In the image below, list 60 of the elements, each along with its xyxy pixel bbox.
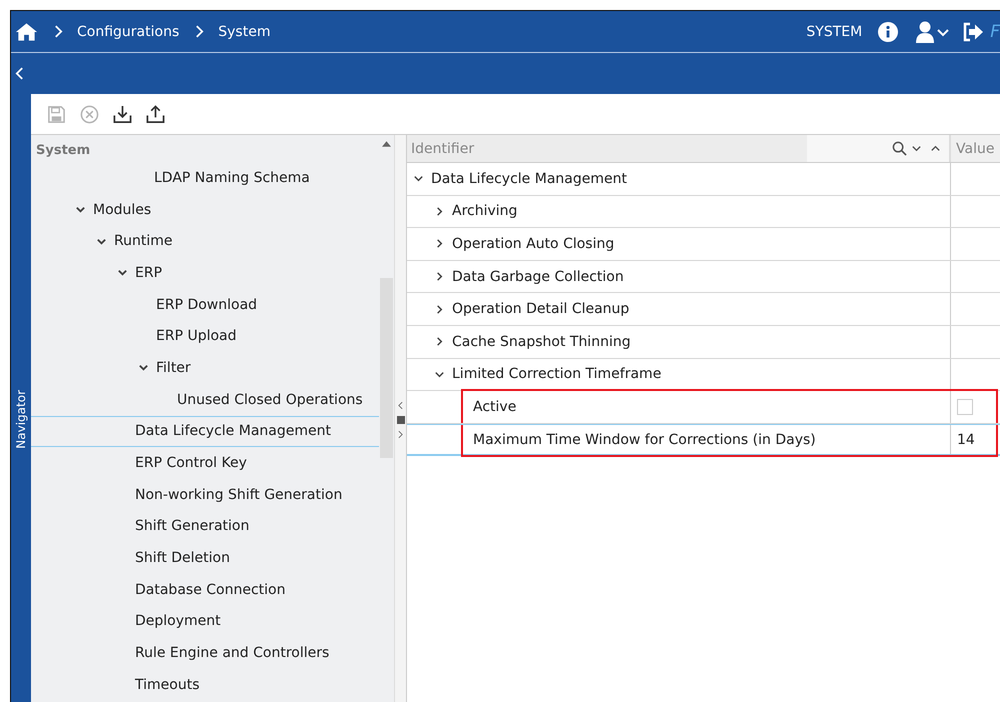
property-name: Archiving	[452, 203, 518, 220]
chevron-right-icon	[195, 25, 204, 38]
chevron-right-icon[interactable]	[434, 336, 445, 348]
navigator-tab[interactable]: Navigator	[11, 94, 31, 702]
checkbox[interactable]	[957, 398, 973, 415]
tree-item[interactable]: Database Connection	[135, 582, 286, 598]
tree-item[interactable]: ERP Upload	[156, 328, 237, 344]
info-icon[interactable]	[878, 22, 898, 42]
property-name: Data Garbage Collection	[452, 268, 624, 285]
tree-item[interactable]: Rule Engine and Controllers	[135, 645, 330, 662]
tree-item[interactable]: Shift Deletion	[135, 550, 230, 566]
chevron-right-icon[interactable]	[434, 238, 445, 250]
property-name: Active	[473, 398, 516, 415]
breadcrumb-link[interactable]: System	[218, 24, 270, 40]
tree-item[interactable]: Filter	[156, 360, 191, 376]
chevron-right-icon[interactable]	[398, 430, 403, 439]
home-icon[interactable]	[15, 22, 38, 42]
tree-item[interactable]: ERP Download	[156, 296, 258, 313]
user-menu-icon[interactable]	[916, 20, 950, 42]
navigator-title: System	[35, 142, 92, 160]
tree-item[interactable]: Unused Closed Operations	[177, 392, 363, 408]
tree-item[interactable]: Timeouts	[135, 676, 200, 693]
tree-item[interactable]: Runtime	[114, 233, 172, 250]
tree-item[interactable]: Shift Generation	[135, 518, 250, 534]
tree-item[interactable]: ERP Control Key	[135, 455, 247, 472]
scroll-thumb[interactable]	[380, 278, 393, 458]
property-name: Cache Snapshot Thinning	[452, 334, 631, 350]
tree-item[interactable]: Non-working Shift Generation	[135, 486, 342, 503]
chevron-right-icon[interactable]	[434, 271, 445, 282]
chevron-down-icon[interactable]	[911, 143, 922, 154]
tree-item-label: Data Lifecycle Management	[135, 423, 331, 440]
selected-tree-item[interactable]: Data Lifecycle Management	[31, 416, 379, 448]
tree-item[interactable]: Modules	[93, 202, 152, 218]
sign-out-icon[interactable]	[962, 22, 984, 42]
chevron-right-icon[interactable]	[434, 206, 445, 217]
property-value[interactable]: 14	[957, 432, 975, 448]
scroll-up-icon[interactable]	[382, 141, 391, 147]
chevron-down-icon[interactable]	[75, 204, 86, 216]
selected-row[interactable]: Maximum Time Window for Corrections (in Days) 14	[407, 424, 1000, 456]
tree-item[interactable]: Deployment	[135, 613, 221, 630]
user-name: SYSTEM	[806, 24, 862, 40]
column-header: Value	[955, 140, 996, 158]
logo-text: F	[990, 22, 1000, 42]
splitter-handle[interactable]	[396, 416, 404, 424]
search-icon[interactable]	[892, 141, 907, 156]
chevron-right-icon	[54, 25, 63, 38]
chevron-down-icon[interactable]	[138, 362, 149, 374]
tree-item[interactable]: LDAP Naming Schema	[31, 170, 310, 186]
property-name: Data Lifecycle Management	[431, 170, 627, 187]
property-name: Limited Correction Timeframe	[452, 366, 662, 382]
property-name: Maximum Time Window for Corrections (in Days)	[473, 432, 816, 448]
collapse-icon[interactable]	[15, 66, 24, 81]
tree-item[interactable]: ERP	[135, 264, 162, 281]
chevron-down-icon[interactable]	[117, 267, 128, 278]
property-name: Operation Detail Cleanup	[452, 301, 630, 318]
column-title: Identifier	[411, 140, 476, 156]
chevron-right-icon[interactable]	[434, 304, 445, 315]
property-name: Operation Auto Closing	[452, 236, 614, 252]
breadcrumb-link[interactable]: Configurations	[77, 24, 180, 40]
chevron-left-icon[interactable]	[398, 401, 403, 410]
